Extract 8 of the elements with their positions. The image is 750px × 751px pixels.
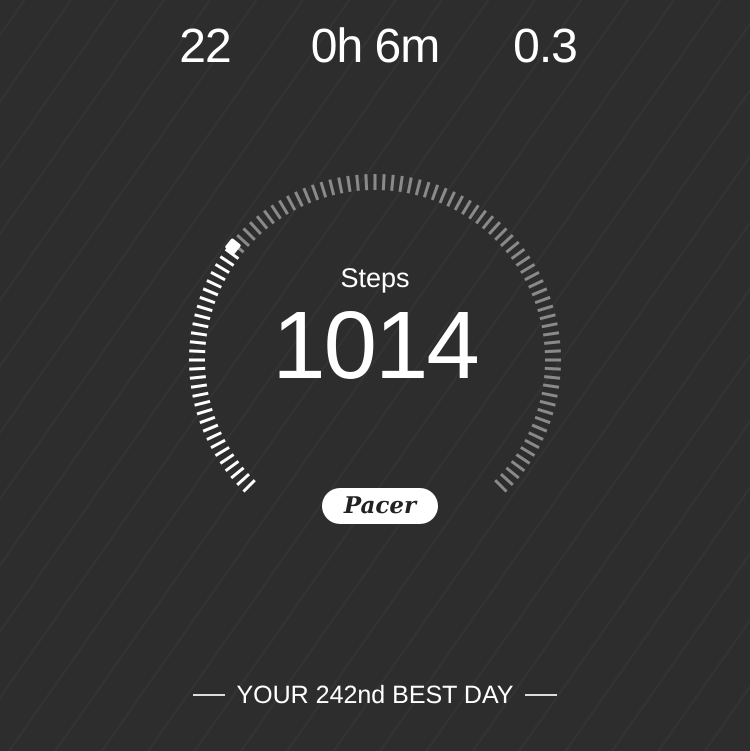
- rank-text: YOUR 242nd BEST DAY: [236, 680, 514, 710]
- progress-marker: [224, 238, 242, 255]
- app-logo: Pacer: [322, 488, 438, 524]
- steps-label: Steps: [340, 262, 410, 294]
- stat-value: 0.3: [513, 19, 577, 75]
- stat-value: 0h 6m: [310, 19, 440, 75]
- steps-count: 1014: [272, 296, 478, 396]
- stat-value: 22: [179, 19, 231, 75]
